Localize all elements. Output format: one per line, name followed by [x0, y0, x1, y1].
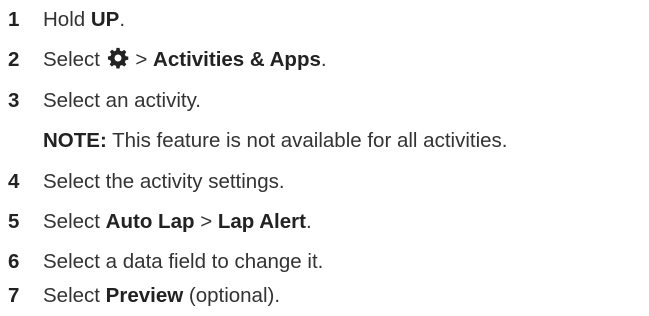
step-number: 2 [8, 48, 20, 71]
note-text: This feature is not available for all ac… [106, 129, 508, 152]
step-number: 7 [8, 284, 20, 307]
step-text: Select the activity settings. [43, 170, 285, 193]
menu-preview: Preview [105, 284, 184, 307]
step-text-plain: Select [43, 210, 106, 233]
step-text-plain: Select [43, 284, 106, 307]
note-label: NOTE: [43, 129, 107, 152]
step-text-plain: . [305, 210, 312, 233]
step-number: 3 [8, 89, 20, 112]
step-number: 1 [8, 8, 20, 31]
step-text-plain: Hold [43, 8, 91, 31]
step-text: Select Preview (optional). [43, 276, 280, 316]
step-text-plain: > [194, 210, 218, 233]
gear-icon [107, 47, 128, 69]
step-text: Select > Activities & Apps. [43, 40, 327, 80]
menu-activities-apps: Activities & Apps [153, 48, 321, 71]
step-text-plain: (optional). [183, 284, 281, 307]
step-text-plain: Select [43, 48, 106, 71]
step-text-plain: . [320, 48, 327, 71]
menu-lap-alert: Lap Alert [217, 210, 306, 233]
key-up: UP [90, 8, 120, 31]
step-number: 4 [8, 170, 20, 193]
step-text: Hold UP. [43, 0, 125, 40]
note: NOTE: This feature is not available for … [43, 121, 507, 161]
step-number: 5 [8, 210, 20, 233]
step-text: Select an activity. [43, 89, 201, 112]
step-text-plain: > [129, 48, 154, 71]
instruction-steps: 1 Hold UP. 2 Select > Activities & Apps.… [0, 0, 649, 316]
step-text: Select Auto Lap > Lap Alert. [43, 202, 312, 242]
menu-auto-lap: Auto Lap [105, 210, 195, 233]
step-text-plain: . [119, 8, 126, 31]
